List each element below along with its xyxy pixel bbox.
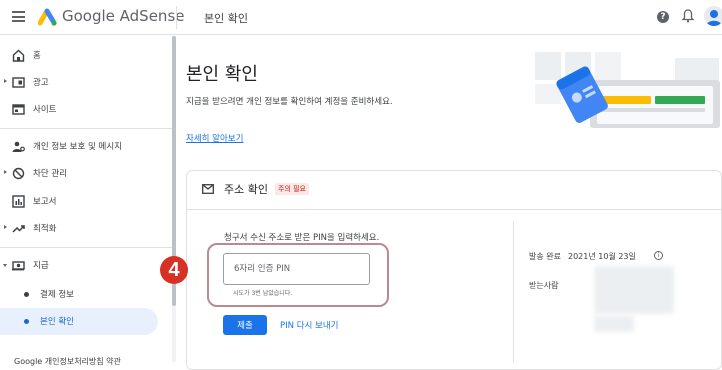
sidebar-item-label: 최적화 [33, 224, 57, 234]
recipient-label: 받는사람 [529, 281, 559, 290]
sidebar-item-ads[interactable]: 광고 [0, 69, 158, 96]
sidebar-item-blocking[interactable]: 차단 관리 [0, 160, 158, 187]
sidebar-item-label: 본인 확인 [40, 317, 74, 327]
sidebar-item-home[interactable]: 홈 [0, 42, 158, 69]
resend-pin-link[interactable]: PIN 다시 보내기 [280, 319, 339, 331]
sidebar-item-identity-verification[interactable]: 본인 확인 [0, 308, 158, 335]
sidebar-item-label: 보고서 [33, 197, 57, 207]
sidebar-item-reports[interactable]: 보고서 [0, 188, 158, 215]
pin-instruction: 청구서 수신 주소로 받은 PIN을 입력하세요. [224, 233, 380, 243]
sidebar-item-label: 사이트 [33, 105, 57, 115]
info-icon[interactable]: i [654, 251, 663, 260]
bullet-icon [24, 319, 29, 324]
sidebar-item-label: 차단 관리 [33, 169, 67, 179]
optimization-icon [12, 225, 25, 233]
brand-name[interactable]: Google AdSense [62, 7, 184, 25]
page-title: 본인 확인 [186, 64, 258, 85]
sidebar-item-label: 개인 정보 보호 및 메시지 [33, 142, 123, 152]
card-column-divider [513, 222, 514, 362]
sidebar-item-sites[interactable]: 사이트 [0, 96, 158, 123]
privacy-icon [12, 141, 25, 152]
sent-status-label: 발송 완료 [529, 252, 561, 261]
bullet-icon [24, 292, 29, 297]
expand-caret-icon[interactable] [4, 79, 7, 83]
collapse-caret-icon[interactable] [3, 264, 7, 267]
sidebar-item-payments[interactable]: 지급 [0, 252, 158, 279]
account-avatar[interactable] [704, 6, 722, 26]
sidebar-item-label: 결제 정보 [40, 290, 74, 300]
redacted-address-extra [594, 316, 634, 332]
help-icon[interactable]: ? [657, 11, 669, 23]
sidebar-item-privacy[interactable]: 개인 정보 보호 및 메시지 [0, 133, 158, 160]
redacted-address [594, 266, 674, 314]
submit-button[interactable]: 제출 [223, 315, 267, 335]
sidebar-divider [0, 247, 172, 248]
payments-icon [12, 261, 25, 271]
topbar-divider [176, 6, 177, 29]
card-title: 주소 확인 [224, 183, 268, 196]
sidebar-item-label: 지급 [33, 261, 49, 271]
mail-icon [202, 184, 214, 194]
expand-caret-icon[interactable] [4, 170, 7, 174]
sidebar-item-optimization[interactable]: 최적화 [0, 215, 158, 242]
reports-icon [12, 195, 25, 208]
top-app-bar: Google AdSense 본인 확인 ? [0, 0, 722, 35]
sidebar-divider [0, 128, 172, 129]
attention-badge: 주의 필요 [275, 183, 309, 195]
ads-icon [12, 77, 25, 88]
pin-input[interactable] [223, 253, 370, 285]
page-name: 본인 확인 [204, 12, 248, 25]
sent-date: 2021년 10월 23일 [568, 252, 636, 261]
menu-icon[interactable] [12, 11, 25, 22]
id-card-illustration [535, 52, 720, 128]
step-number-badge: 4 [160, 256, 188, 284]
sites-icon [12, 104, 25, 115]
sidebar-item-label: 홈 [33, 51, 41, 61]
expand-caret-icon[interactable] [4, 225, 7, 229]
page-description: 지급을 받으려면 개인 정보를 확인하여 계정을 준비하세요. [186, 97, 393, 107]
block-icon [12, 167, 25, 180]
notifications-icon[interactable] [682, 9, 694, 23]
sidebar-item-label: 광고 [33, 78, 49, 88]
adsense-logo-icon[interactable] [38, 8, 58, 26]
sidebar-item-payment-info[interactable]: 결제 정보 [0, 281, 158, 308]
learn-more-link[interactable]: 자세히 알아보기 [186, 132, 243, 144]
home-icon [12, 49, 25, 62]
attempts-remaining-hint: 시도가 3번 남았습니다. [233, 290, 293, 297]
